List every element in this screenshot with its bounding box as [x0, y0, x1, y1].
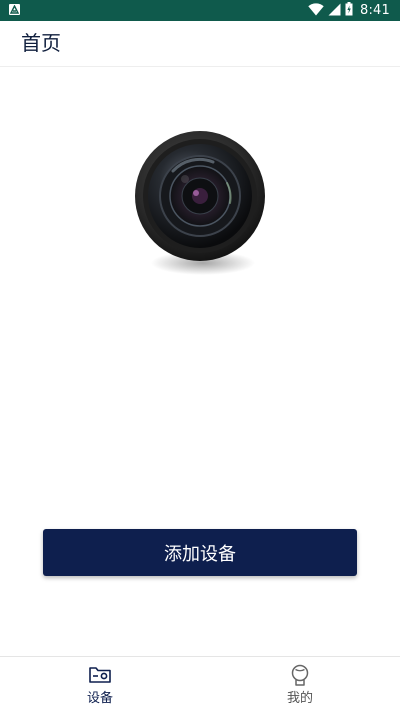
profile-icon — [288, 663, 312, 687]
tab-profile-label: 我的 — [286, 691, 313, 706]
bottom-nav: 设备 我的 — [0, 656, 400, 712]
app-notification-icon — [9, 4, 20, 15]
tab-profile[interactable]: 我的 — [200, 657, 400, 712]
add-device-button[interactable]: 添加设备 — [43, 529, 357, 576]
tab-devices-label: 设备 — [86, 691, 113, 706]
tab-devices[interactable]: 设备 — [0, 657, 200, 712]
page-title: 首页 — [21, 31, 61, 55]
status-bar: 8:41 — [0, 0, 400, 21]
battery-icon — [345, 1, 353, 20]
camera-device-icon — [88, 663, 112, 687]
wifi-icon — [308, 1, 324, 20]
camera-lens-illustration — [135, 131, 265, 275]
header: 首页 — [0, 21, 400, 67]
signal-icon — [328, 1, 341, 20]
status-time: 8:41 — [360, 3, 390, 18]
